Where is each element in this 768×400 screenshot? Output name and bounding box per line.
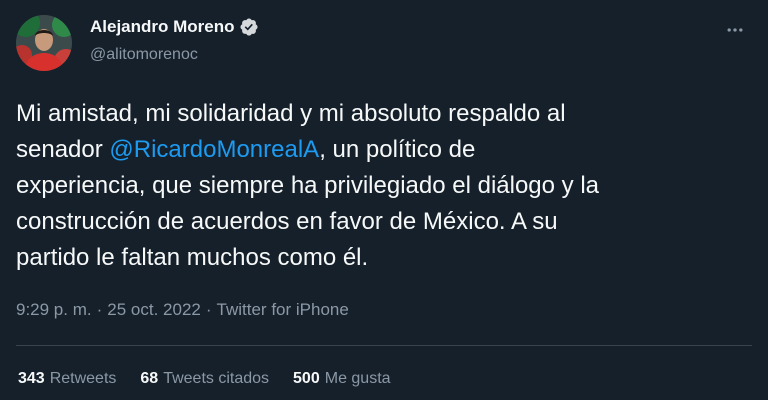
tweet-text-line: partido le faltan muchos como él. bbox=[16, 240, 756, 276]
retweets-stat[interactable]: 343 Retweets bbox=[18, 370, 116, 388]
tweet-text-segment: senador bbox=[16, 136, 110, 163]
more-dots-icon bbox=[725, 20, 745, 45]
quote-tweets-count: 68 bbox=[140, 370, 159, 387]
tweet-text-segment: construcción de acuerdos en favor de Méx… bbox=[16, 208, 558, 235]
quote-tweets-stat[interactable]: 68 Tweets citados bbox=[140, 370, 269, 388]
mention-link[interactable]: @RicardoMonrealA bbox=[109, 136, 319, 163]
likes-label: Me gusta bbox=[324, 370, 391, 387]
meta-separator: · bbox=[96, 300, 103, 319]
meta-separator: · bbox=[205, 300, 212, 319]
retweets-label: Retweets bbox=[49, 370, 117, 387]
tweet-text-line: senador @RicardoMonrealA, un político de bbox=[16, 132, 756, 168]
tweet-detail: Alejandro Moreno @alitomorenoc Mi amista… bbox=[0, 0, 768, 400]
avatar[interactable] bbox=[16, 15, 72, 71]
engagement-stats: 343 Retweets 68 Tweets citados 500 Me gu… bbox=[18, 370, 415, 388]
tweet-text-line: construcción de acuerdos en favor de Méx… bbox=[16, 204, 756, 240]
more-options-button[interactable] bbox=[718, 18, 752, 46]
tweet-source-link[interactable]: Twitter for iPhone bbox=[217, 300, 349, 320]
author-name[interactable]: Alejandro Moreno bbox=[90, 17, 235, 37]
tweet-text-segment: Mi amistad, mi solidaridad y mi absoluto… bbox=[16, 100, 566, 127]
tweet-text-line: Mi amistad, mi solidaridad y mi absoluto… bbox=[16, 96, 756, 132]
tweet-text-segment: partido le faltan muchos como él. bbox=[16, 244, 369, 271]
retweets-count: 343 bbox=[18, 370, 45, 387]
tweet-date[interactable]: 25 oct. 2022 bbox=[107, 300, 201, 320]
likes-stat[interactable]: 500 Me gusta bbox=[293, 370, 391, 388]
tweet-time[interactable]: 9:29 p. m. bbox=[16, 300, 92, 320]
tweet-text-line: experiencia, que siempre ha privilegiado… bbox=[16, 168, 756, 204]
profile-photo-icon bbox=[16, 15, 72, 71]
tweet-metadata: 9:29 p. m. · 25 oct. 2022 · Twitter for … bbox=[16, 300, 349, 320]
tweet-text-segment: experiencia, que siempre ha privilegiado… bbox=[16, 172, 600, 199]
tweet-text-segment: , un político de bbox=[319, 136, 476, 163]
author-handle[interactable]: @alitomorenoc bbox=[90, 46, 198, 64]
author-name-link[interactable]: Alejandro Moreno bbox=[90, 17, 259, 37]
divider bbox=[16, 345, 752, 346]
verified-badge-icon bbox=[239, 17, 259, 37]
likes-count: 500 bbox=[293, 370, 320, 387]
quote-tweets-label: Tweets citados bbox=[163, 370, 270, 387]
tweet-text: Mi amistad, mi solidaridad y mi absoluto… bbox=[16, 96, 756, 276]
